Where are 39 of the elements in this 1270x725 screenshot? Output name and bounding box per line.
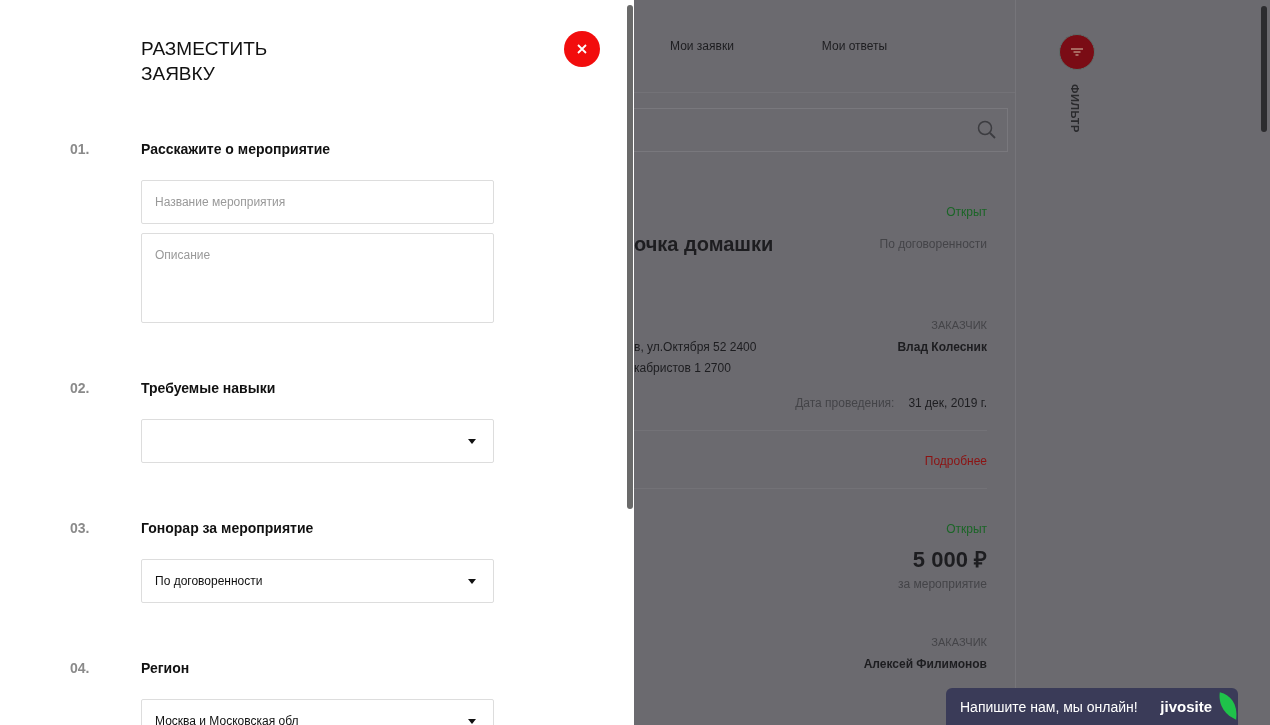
- close-button[interactable]: [564, 31, 600, 67]
- address-line: кабристов 1 2700: [634, 361, 731, 375]
- chat-widget[interactable]: Напишите нам, мы онлайн! jivosite: [946, 688, 1238, 725]
- input-field[interactable]: Название мероприятия: [141, 180, 494, 224]
- chat-message: Напишите нам, мы онлайн!: [960, 698, 1138, 715]
- search-icon: [977, 120, 997, 140]
- filter-label: ФИЛЬТР: [1069, 84, 1081, 133]
- search-field[interactable]: [634, 108, 1008, 152]
- section-heading: Гонорар за мероприятие: [141, 519, 315, 538]
- select-field[interactable]: [141, 419, 494, 463]
- scrollbar[interactable]: [627, 5, 633, 509]
- step-number: 01.: [70, 140, 91, 159]
- leaf-icon: [1218, 690, 1238, 722]
- customer-name: Влад Колесник: [897, 339, 987, 356]
- address-line: в, ул.Октября 52 2400: [634, 339, 757, 356]
- step-number: 02.: [70, 379, 91, 398]
- select-field[interactable]: Москва и Московская обл: [141, 699, 494, 725]
- status-label: Открыт: [946, 522, 987, 536]
- section-heading: Регион: [141, 659, 191, 678]
- step-number: 04.: [70, 659, 91, 678]
- section-heading: Расскажите о мероприятие: [141, 140, 332, 159]
- section-heading: Требуемые навыки: [141, 379, 277, 398]
- filter-button[interactable]: [1059, 34, 1095, 70]
- textarea-field[interactable]: Описание: [141, 233, 494, 323]
- status-label: Открыт: [946, 205, 987, 219]
- date-value: 31 дек, 2019 г.: [908, 396, 987, 410]
- filter-icon: [1070, 47, 1084, 57]
- scrollbar[interactable]: [1261, 6, 1267, 132]
- chat-brand: jivosite: [1160, 698, 1212, 715]
- caret-icon: [468, 438, 476, 444]
- close-icon: [577, 44, 587, 54]
- panel-title: РАЗМЕСТИТЬ ЗАЯВКУ: [141, 37, 268, 86]
- select-field[interactable]: По договоренности: [141, 559, 494, 603]
- price-amount: 5 000 ₽: [912, 547, 987, 572]
- customer-name: Алексей Филимонов: [863, 657, 987, 671]
- step-number: 03.: [70, 519, 91, 538]
- card-title: очка домашки: [634, 234, 774, 254]
- caret-icon: [468, 718, 476, 724]
- caret-icon: [468, 578, 476, 584]
